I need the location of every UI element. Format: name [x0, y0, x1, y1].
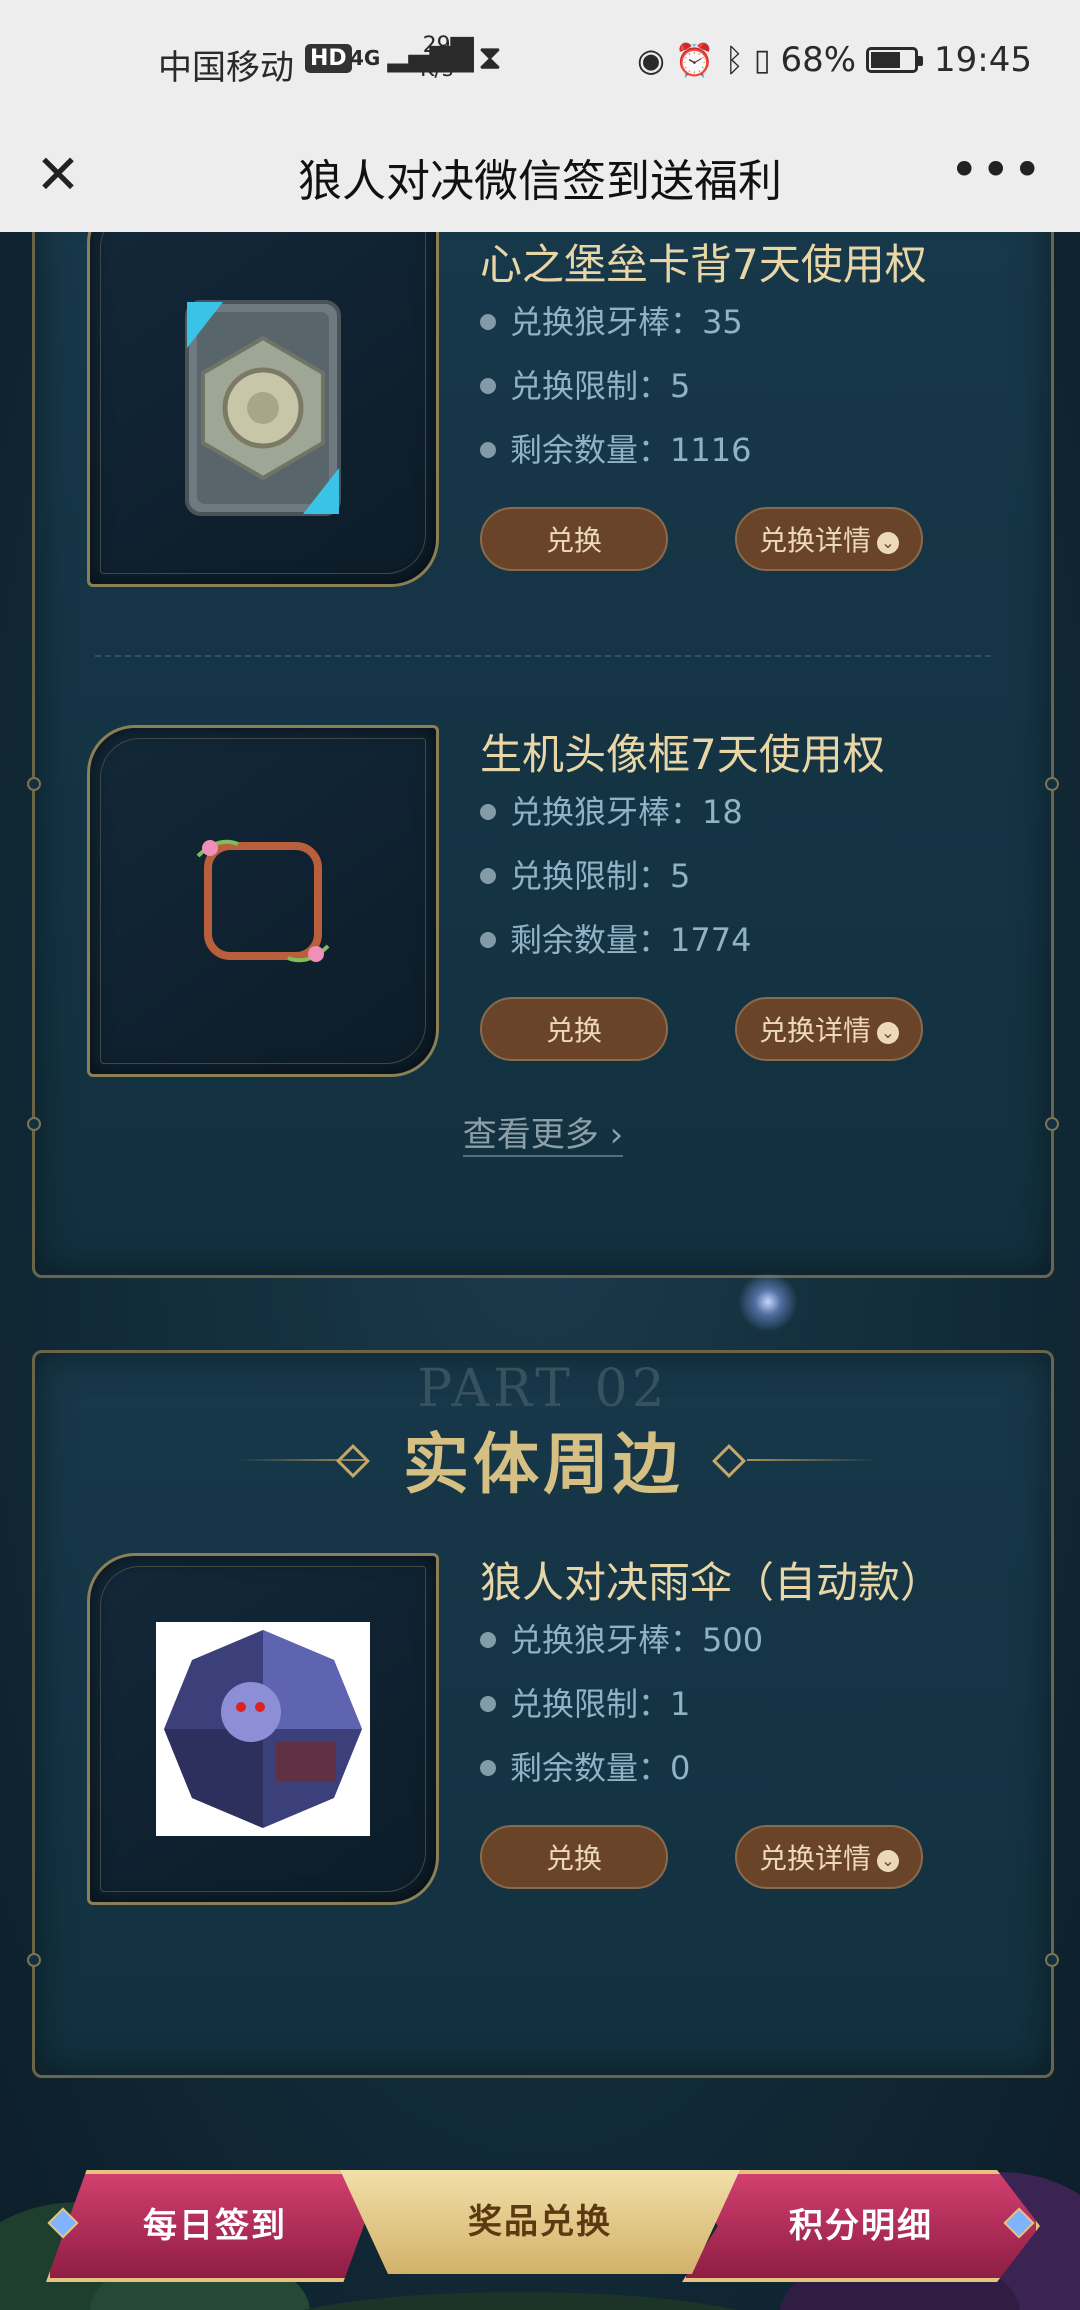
bottom-nav: 每日签到 积分明细 奖品兑换: [0, 2160, 1080, 2310]
physical-items-panel: PART 02 实体周边 狼人对决雨伞（自动款） 兑换狼牙棒：500 兑换限制：…: [27, 1350, 1059, 2078]
item-name: 心之堡垒卡背7天使用权: [480, 240, 927, 289]
hd-icon: HD: [305, 44, 352, 73]
panel-stud: [27, 1953, 41, 1967]
item-remaining: 剩余数量：1116: [480, 425, 751, 471]
item-limit: 兑换限制：5: [480, 851, 690, 897]
exchange-button[interactable]: 兑换: [480, 507, 668, 571]
firefly-glow: [738, 1272, 798, 1332]
panel-stud: [1045, 1953, 1059, 1967]
item-limit: 兑换限制：5: [480, 361, 690, 407]
tab-label: 每日签到: [143, 2206, 287, 2246]
list-item: 心之堡垒卡背7天使用权 兑换狼牙棒：35 兑换限制：5 剩余数量：1116 兑换…: [35, 232, 1051, 590]
chevron-down-icon: ⌄: [877, 1022, 899, 1044]
item-name: 生机头像框7天使用权: [480, 730, 885, 779]
battery-fill: [871, 52, 901, 68]
list-item: 狼人对决雨伞（自动款） 兑换狼牙棒：500 兑换限制：1 剩余数量：0 兑换 兑…: [35, 1553, 1051, 1908]
item-image-frame: [87, 1553, 439, 1905]
avatar-frame-image: [196, 839, 330, 963]
hourglass-icon: ⧗: [478, 38, 502, 78]
item-cost: 兑换狼牙棒：35: [480, 297, 743, 343]
exchange-button-label: 兑换: [545, 1014, 602, 1047]
tab-prize-exchange[interactable]: 奖品兑换: [340, 2170, 740, 2274]
divider: [95, 655, 991, 657]
network-speed: 29 K/s: [420, 34, 453, 82]
see-more-link[interactable]: 查看更多 ›: [35, 1107, 1051, 1157]
tab-label: 奖品兑换: [468, 2202, 612, 2242]
section-header: PART 02 实体周边: [35, 1359, 1051, 1503]
see-more-label: 查看更多 ›: [462, 1115, 624, 1157]
signal-icon: 4G ▂▄▆█: [350, 38, 474, 73]
section-title: 实体周边: [403, 1426, 683, 1503]
umbrella-graphic: [164, 1630, 362, 1828]
vibrate-icon: ▯: [753, 42, 771, 78]
bluetooth-icon: ᛒ: [724, 41, 744, 79]
item-image-frame: [87, 232, 439, 587]
clock: 19:45: [934, 40, 1032, 80]
chevron-down-icon: ⌄: [877, 1850, 899, 1872]
more-menu-icon[interactable]: •••: [950, 141, 1044, 199]
alarm-icon: ⏰: [674, 41, 715, 79]
ornament-line-right: [747, 1459, 877, 1461]
exchange-button[interactable]: 兑换: [480, 1825, 668, 1889]
details-button-label: 兑换详情: [758, 1842, 871, 1875]
exchange-button[interactable]: 兑换: [480, 997, 668, 1061]
battery-icon: [866, 47, 924, 73]
exchange-button-label: 兑换: [545, 1842, 602, 1875]
card-back-image: [185, 300, 341, 516]
item-cost: 兑换狼牙棒：500: [480, 1615, 763, 1661]
item-name: 狼人对决雨伞（自动款）: [480, 1558, 943, 1607]
eye-icon: ◉: [636, 41, 665, 79]
item-remaining: 剩余数量：1774: [480, 915, 751, 961]
battery-percent: 68%: [780, 40, 857, 80]
details-button[interactable]: 兑换详情 ⌄: [735, 997, 923, 1061]
status-icons: ◉ ⏰ ᛒ ▯ 68% 19:45: [637, 40, 1032, 80]
details-button[interactable]: 兑换详情 ⌄: [735, 1825, 923, 1889]
carrier-label: 中国移动: [158, 48, 294, 88]
details-button[interactable]: 兑换详情 ⌄: [735, 507, 923, 571]
status-bar: 中国移动 HD 4G ▂▄▆█ 29 K/s ⧗ ◉ ⏰ ᛒ ▯ 68% 19:…: [0, 0, 1080, 125]
section-part-label: PART 02: [417, 1359, 669, 1419]
tab-daily-checkin[interactable]: 每日签到: [46, 2170, 384, 2282]
virtual-items-panel: 心之堡垒卡背7天使用权 兑换狼牙棒：35 兑换限制：5 剩余数量：1116 兑换…: [27, 232, 1059, 1278]
page-title: 狼人对决微信签到送福利: [298, 156, 782, 207]
chevron-down-icon: ⌄: [877, 532, 899, 554]
details-button-label: 兑换详情: [758, 1014, 871, 1047]
exchange-button-label: 兑换: [545, 524, 602, 557]
item-remaining: 剩余数量：0: [480, 1743, 690, 1789]
details-button-label: 兑换详情: [758, 524, 871, 557]
item-limit: 兑换限制：1: [480, 1679, 690, 1725]
tab-points-detail[interactable]: 积分明细: [682, 2170, 1040, 2282]
title-bar: ✕ 狼人对决微信签到送福利 •••: [0, 125, 1080, 233]
item-cost: 兑换狼牙棒：18: [480, 787, 743, 833]
content-area[interactable]: 心之堡垒卡背7天使用权 兑换狼牙棒：35 兑换限制：5 剩余数量：1116 兑换…: [0, 232, 1080, 2310]
item-image-frame: [87, 725, 439, 1077]
umbrella-image: [156, 1622, 370, 1836]
network-type: 4G: [350, 46, 381, 70]
speed-unit: K/s: [420, 57, 454, 82]
list-item: 生机头像框7天使用权 兑换狼牙棒：18 兑换限制：5 剩余数量：1774 兑换 …: [35, 725, 1051, 1080]
speed-value: 29: [422, 33, 451, 58]
tab-label: 积分明细: [789, 2206, 933, 2246]
